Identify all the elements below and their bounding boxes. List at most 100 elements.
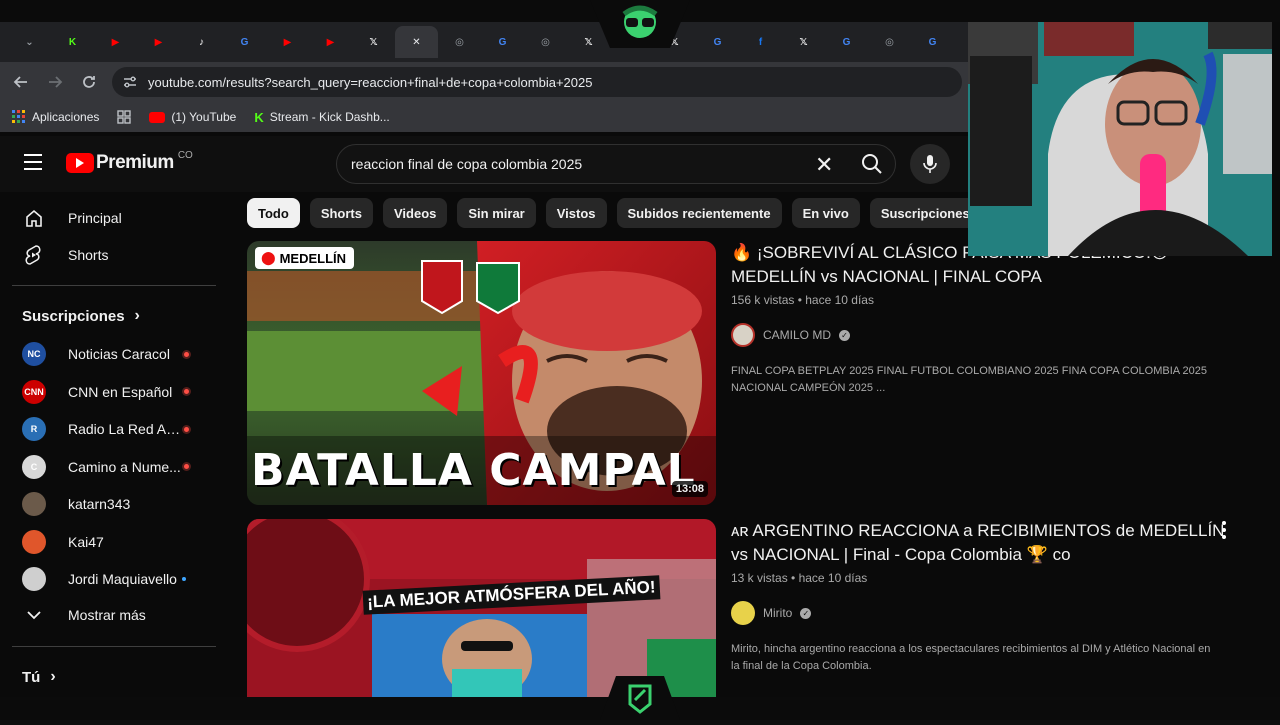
upload-age: hace 10 días xyxy=(798,571,868,585)
channel-name[interactable]: CAMILO MD xyxy=(763,328,831,342)
more-actions-button[interactable] xyxy=(1221,521,1227,539)
sidebar-subscription-item[interactable]: Jordi Maquiavello xyxy=(12,560,216,598)
subscription-label: Noticias Caracol xyxy=(68,346,170,362)
show-more-button[interactable]: Mostrar más xyxy=(12,596,216,634)
browser-tab[interactable]: f xyxy=(739,26,782,58)
thumb-location-text: MEDELLÍN xyxy=(279,250,347,266)
video-description: Mirito, hincha argentino reacciona a los… xyxy=(731,643,1211,672)
search-button[interactable] xyxy=(847,145,897,183)
forward-button[interactable] xyxy=(38,65,72,99)
sidebar-subscription-item[interactable]: katarn343 xyxy=(12,485,216,523)
browser-tab[interactable]: ▶ xyxy=(309,26,352,58)
menu-button[interactable] xyxy=(24,154,44,170)
browser-tab[interactable]: ◎ xyxy=(438,26,481,58)
filter-chip[interactable]: Sin mirar xyxy=(457,198,536,228)
browser-tab[interactable]: ◎ xyxy=(524,26,567,58)
channel-row[interactable]: Mirito ✓ xyxy=(731,601,1231,625)
live-indicator-icon xyxy=(180,387,192,397)
bookmark-apps-label: Aplicaciones xyxy=(32,110,100,124)
search-box[interactable]: reaccion final de copa colombia 2025 ✕ xyxy=(336,144,896,184)
filter-chip[interactable]: Todo xyxy=(247,198,300,228)
browser-tab[interactable]: ⌄ xyxy=(8,26,51,58)
kick-icon: K xyxy=(68,36,77,48)
browser-tab[interactable]: ▶ xyxy=(266,26,309,58)
video-result[interactable]: ¡LA MEJOR ATMÓSFERA DEL AÑO! ᴀʀ ARGENTIN… xyxy=(247,519,1257,699)
chevron-down-icon: ⌄ xyxy=(25,36,34,48)
search-input[interactable]: reaccion final de copa colombia 2025 xyxy=(351,156,582,172)
avatar xyxy=(22,567,46,591)
filter-chip[interactable]: Vistos xyxy=(545,198,607,228)
video-thumbnail[interactable]: ⬤ MEDELLÍN BATALLA CAMPAL 13:08 xyxy=(247,241,716,505)
thumb-caption: BATALLA CAMPAL xyxy=(251,445,696,496)
avatar xyxy=(731,601,755,625)
browser-tab[interactable]: G xyxy=(223,26,266,58)
you-section-header[interactable]: Tú › xyxy=(22,668,56,686)
tiktok-icon: ♪ xyxy=(199,36,204,48)
live-indicator-icon xyxy=(180,424,192,434)
browser-tab[interactable]: ♪ xyxy=(180,26,223,58)
sidebar-item-label: Principal xyxy=(68,210,122,226)
browser-tab[interactable]: K xyxy=(51,26,94,58)
sidebar-subscription-item[interactable]: R Radio La Red AM... xyxy=(12,410,216,448)
subscription-label: katarn343 xyxy=(68,496,131,512)
google-icon: G xyxy=(240,36,249,48)
bookmark-youtube[interactable]: (1) YouTube xyxy=(149,110,236,124)
filter-chip[interactable]: En vivo xyxy=(791,198,860,228)
video-result[interactable]: ⬤ MEDELLÍN BATALLA CAMPAL 13:08 🔥 ¡SOBRE… xyxy=(247,241,1257,505)
subscription-label: Kai47 xyxy=(68,533,104,550)
sidebar-subscription-item[interactable]: C Camino a Nume... xyxy=(12,448,216,486)
address-bar[interactable]: youtube.com/results?search_query=reaccio… xyxy=(112,67,962,97)
channel-row[interactable]: CAMILO MD ✓ xyxy=(731,323,1231,347)
bookmark-folder[interactable] xyxy=(117,110,132,124)
chevron-right-icon: › xyxy=(50,668,56,685)
bookmark-kick-label: Stream - Kick Dashb... xyxy=(269,110,390,124)
bookmark-apps[interactable]: Aplicaciones xyxy=(12,110,99,124)
sidebar: Principal Shorts Suscripciones › NC Notic… xyxy=(0,196,232,696)
back-button[interactable] xyxy=(4,65,38,99)
subscription-label: Camino a Nume... xyxy=(68,458,181,475)
avatar xyxy=(22,492,46,516)
video-thumbnail[interactable]: ¡LA MEJOR ATMÓSFERA DEL AÑO! xyxy=(247,519,716,697)
sidebar-subscription-item[interactable]: CNN CNN en Español xyxy=(12,373,216,411)
browser-tab[interactable]: 𝕏 xyxy=(352,26,395,58)
filter-chip[interactable]: Shorts xyxy=(309,198,373,228)
browser-tab[interactable]: 𝕏 xyxy=(782,26,825,58)
youtube-icon: ▶ xyxy=(283,36,292,48)
browser-tab[interactable]: G xyxy=(825,26,868,58)
channel-name[interactable]: Mirito xyxy=(763,606,792,620)
video-title[interactable]: ᴀʀ ARGENTINO REACCIONA a RECIBIMIENTOS d… xyxy=(731,519,1231,567)
grid-icon xyxy=(117,110,132,124)
voice-search-button[interactable] xyxy=(910,144,950,184)
youtube-premium-logo[interactable]: Premium CO xyxy=(66,150,193,174)
bookmark-kick[interactable]: K Stream - Kick Dashb... xyxy=(254,110,389,125)
browser-tab[interactable]: ✕ xyxy=(395,26,438,58)
filter-chip[interactable]: Videos xyxy=(382,198,448,228)
browser-tab[interactable]: ◎ xyxy=(868,26,911,58)
filter-chip[interactable]: Suscripciones xyxy=(869,198,968,228)
chevron-right-icon: › xyxy=(134,307,140,324)
video-description: FINAL COPA BETPLAY 2025 FINAL FUTBOL COL… xyxy=(731,365,1208,394)
sidebar-subscription-item[interactable]: NC Noticias Caracol xyxy=(12,335,216,373)
globe-icon: ◎ xyxy=(885,36,894,48)
clear-search-icon[interactable]: ✕ xyxy=(815,152,833,178)
subscription-label: Jordi Maquiavello xyxy=(68,571,177,587)
reload-button[interactable] xyxy=(72,65,106,99)
browser-tab[interactable]: ▶ xyxy=(94,26,137,58)
filter-chip[interactable]: Subidos recientemente xyxy=(616,198,782,228)
browser-tab[interactable]: G xyxy=(911,26,954,58)
verified-icon: ✓ xyxy=(800,607,812,619)
browser-tab[interactable]: G xyxy=(481,26,524,58)
browser-tab[interactable]: ▶ xyxy=(137,26,180,58)
site-settings-icon[interactable] xyxy=(122,74,138,90)
sidebar-item-principal[interactable]: Principal xyxy=(12,199,216,237)
browser-tab[interactable]: G xyxy=(696,26,739,58)
streamer-webcam xyxy=(968,14,1272,256)
x-icon: 𝕏 xyxy=(584,36,593,48)
sidebar-subscription-item[interactable]: Kai47 xyxy=(12,523,216,561)
avatar: C xyxy=(22,454,46,479)
forward-arrow-icon xyxy=(49,76,63,88)
back-arrow-icon xyxy=(13,76,27,88)
video-stats: 13 k vistas • hace 10 días xyxy=(731,571,868,585)
subscriptions-header[interactable]: Suscripciones › xyxy=(22,307,140,325)
sidebar-item-shorts[interactable]: Shorts xyxy=(12,236,216,274)
